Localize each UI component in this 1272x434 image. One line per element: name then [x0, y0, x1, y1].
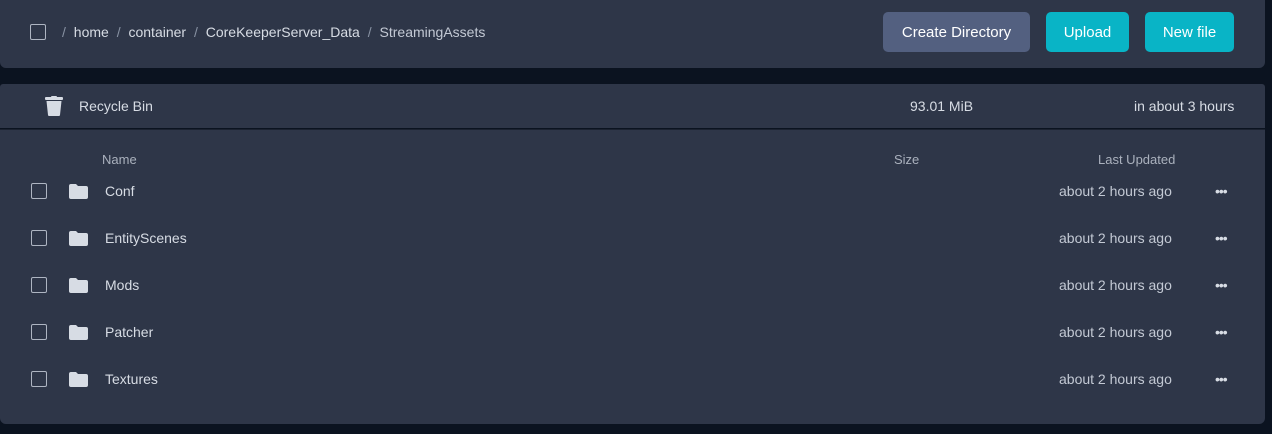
file-last-updated: about 2 hours ago — [1059, 230, 1172, 246]
file-last-updated: about 2 hours ago — [1059, 277, 1172, 293]
file-name[interactable]: Mods — [105, 277, 139, 293]
breadcrumb-home[interactable]: home — [74, 24, 109, 40]
file-last-updated: about 2 hours ago — [1059, 371, 1172, 387]
row-checkbox[interactable] — [31, 230, 47, 246]
file-name[interactable]: Textures — [105, 371, 158, 387]
breadcrumb-separator: / — [62, 24, 66, 40]
file-row[interactable]: EntityScenes about 2 hours ago ••• — [0, 215, 1265, 262]
column-header-last-updated[interactable]: Last Updated — [1098, 152, 1175, 167]
create-directory-button[interactable]: Create Directory — [883, 12, 1030, 52]
more-options-icon[interactable]: ••• — [1215, 371, 1228, 387]
breadcrumb-corekeeperserver-data[interactable]: CoreKeeperServer_Data — [206, 24, 360, 40]
row-checkbox[interactable] — [31, 277, 47, 293]
new-file-button[interactable]: New file — [1145, 12, 1234, 52]
column-header-name[interactable]: Name — [102, 152, 137, 167]
file-row[interactable]: Mods about 2 hours ago ••• — [0, 262, 1265, 309]
breadcrumb: / home / container / CoreKeeperServer_Da… — [62, 24, 485, 40]
folder-icon — [69, 372, 88, 392]
folder-icon — [69, 278, 88, 298]
file-name[interactable]: Conf — [105, 183, 135, 199]
more-options-icon[interactable]: ••• — [1215, 183, 1228, 199]
breadcrumb-container[interactable]: container — [128, 24, 186, 40]
breadcrumb-separator: / — [193, 24, 198, 40]
more-options-icon[interactable]: ••• — [1215, 324, 1228, 340]
upload-button[interactable]: Upload — [1046, 12, 1129, 52]
recycle-bin-size: 93.01 MiB — [910, 98, 974, 114]
recycle-bin-expiry: in about 3 hours — [1134, 98, 1235, 114]
select-all-checkbox[interactable] — [30, 24, 46, 40]
file-row[interactable]: Patcher about 2 hours ago ••• — [0, 309, 1265, 356]
folder-icon — [69, 325, 88, 345]
file-last-updated: about 2 hours ago — [1059, 183, 1172, 199]
row-checkbox[interactable] — [31, 371, 47, 387]
folder-icon — [69, 184, 88, 204]
more-options-icon[interactable]: ••• — [1215, 277, 1228, 293]
file-last-updated: about 2 hours ago — [1059, 324, 1172, 340]
file-manager-header: / home / container / CoreKeeperServer_Da… — [0, 0, 1265, 68]
row-checkbox[interactable] — [31, 324, 47, 340]
folder-icon — [69, 231, 88, 251]
recycle-bin-row[interactable] — [0, 84, 1265, 128]
recycle-bin-label: Recycle Bin — [79, 98, 153, 114]
column-header-size[interactable]: Size — [894, 152, 919, 167]
breadcrumb-current: StreamingAssets — [379, 24, 486, 40]
file-row[interactable]: Textures about 2 hours ago ••• — [0, 356, 1265, 403]
breadcrumb-separator: / — [367, 24, 372, 40]
breadcrumb-separator: / — [116, 24, 121, 40]
file-name[interactable]: EntityScenes — [105, 230, 187, 246]
more-options-icon[interactable]: ••• — [1215, 230, 1228, 246]
file-name[interactable]: Patcher — [105, 324, 153, 340]
file-row[interactable]: Conf about 2 hours ago ••• — [0, 168, 1265, 215]
row-checkbox[interactable] — [31, 183, 47, 199]
trash-icon — [45, 96, 63, 121]
